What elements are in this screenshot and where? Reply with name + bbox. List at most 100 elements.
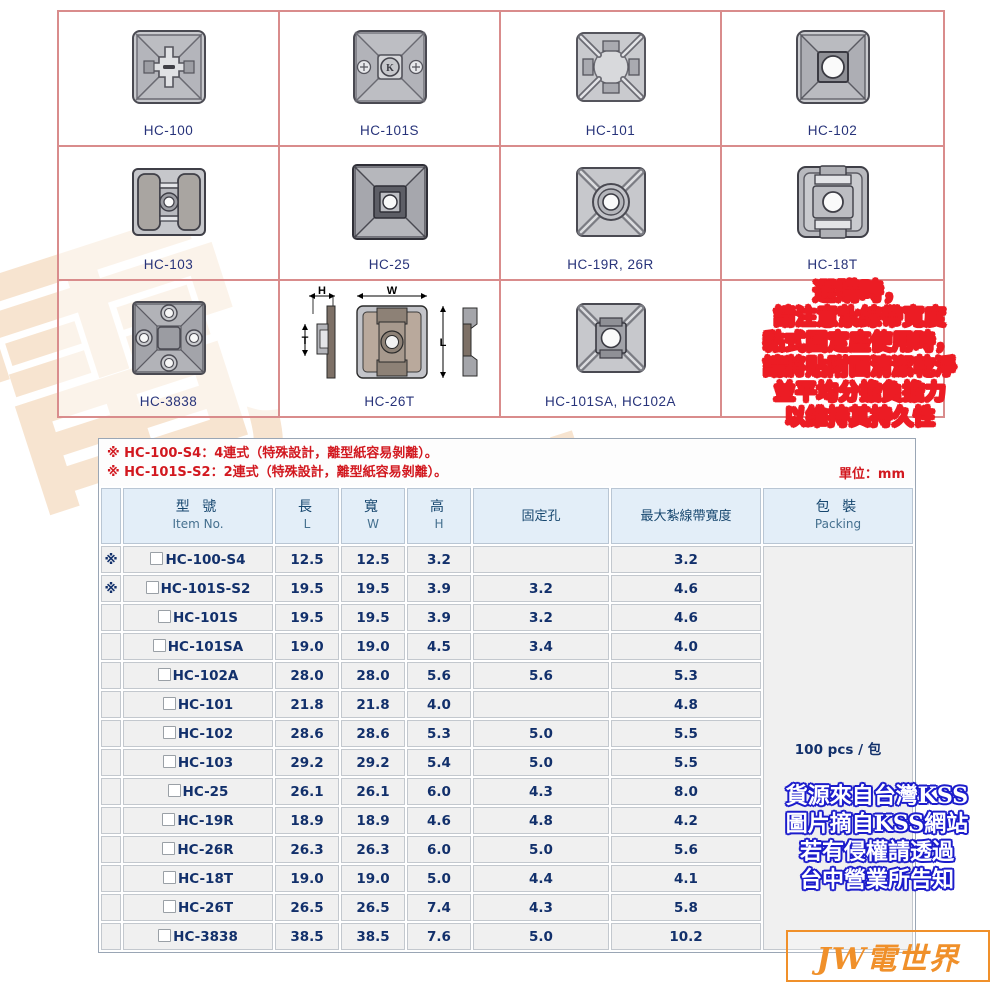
row-item-no[interactable]: HC-101: [123, 691, 273, 718]
product-caption: HC-25: [368, 257, 411, 273]
row-item-no[interactable]: HC-25: [123, 778, 273, 805]
product-cell-hc-101s[interactable]: K HC-101S: [280, 12, 501, 147]
product-cell-hc-101[interactable]: HC-101: [501, 12, 722, 147]
product-cell-hc-102[interactable]: HC-102: [722, 12, 943, 147]
row-height: 4.6: [407, 807, 471, 834]
row-checkbox[interactable]: [162, 754, 176, 768]
row-checkbox[interactable]: [162, 841, 176, 855]
row-mark: [101, 749, 121, 776]
row-checkbox[interactable]: [167, 783, 181, 797]
unit-label: 單位：mm: [838, 467, 905, 482]
row-mounting-hole: 3.2: [473, 604, 609, 631]
product-caption: HC-103: [143, 257, 194, 273]
product-image-hc-101s: K: [280, 12, 499, 123]
product-cell-hc-100[interactable]: HC-100: [59, 12, 280, 147]
th-height-cn: 高: [430, 499, 448, 515]
row-item-no[interactable]: HC-100-S4: [123, 546, 273, 573]
row-length: 26.5: [275, 894, 339, 921]
product-cell-hc-19r-26r[interactable]: HC-19R, 26R: [501, 146, 722, 282]
product-cell-hc-18t[interactable]: HC-18T: [722, 147, 943, 282]
row-item-label: HC-26R: [177, 841, 234, 858]
row-checkbox[interactable]: [162, 725, 176, 739]
row-height: 3.9: [407, 575, 471, 602]
row-item-no[interactable]: HC-101SA: [123, 633, 273, 660]
row-item-no[interactable]: HC-26T: [123, 894, 273, 921]
row-item-label: HC-101S-S2: [160, 580, 251, 597]
svg-text:L: L: [439, 337, 446, 349]
product-image-hc-101: [501, 12, 720, 123]
th-packing-en: Packing: [814, 517, 862, 531]
row-mounting-hole: 5.6: [473, 662, 609, 689]
packing-value: 100 pcs / 包: [794, 742, 882, 758]
row-item-label: HC-102A: [172, 667, 239, 684]
row-length: 26.3: [275, 836, 339, 863]
row-checkbox[interactable]: [152, 638, 166, 652]
jw-logo: JW電世界: [786, 930, 990, 982]
row-checkbox[interactable]: [158, 928, 172, 942]
row-checkbox[interactable]: [145, 580, 159, 594]
th-width: 寬 W: [341, 488, 405, 544]
row-checkbox[interactable]: [162, 870, 176, 884]
row-item-no[interactable]: HC-19R: [123, 807, 273, 834]
row-item-no[interactable]: HC-102: [123, 720, 273, 747]
row-mark: [101, 662, 121, 689]
row-item-no[interactable]: HC-101S-S2: [123, 575, 273, 602]
row-checkbox[interactable]: [157, 667, 171, 681]
row-mounting-hole: 3.2: [473, 575, 609, 602]
row-checkbox[interactable]: [162, 696, 176, 710]
product-cell-hc-103[interactable]: HC-103: [59, 146, 280, 282]
th-item-no: 型 號 Item No.: [123, 488, 273, 544]
product-image-hc-102: [722, 12, 943, 123]
product-cell-hc-26t[interactable]: H T W L HC-26T: [280, 281, 501, 416]
row-length: 19.0: [275, 633, 339, 660]
row-width: 26.1: [341, 778, 405, 805]
row-height: 7.4: [407, 894, 471, 921]
row-width: 26.5: [341, 894, 405, 921]
row-max-strap-width: 5.6: [611, 836, 761, 863]
row-checkbox[interactable]: [162, 812, 176, 826]
row-item-no[interactable]: HC-102A: [123, 662, 273, 689]
row-height: 4.0: [407, 691, 471, 718]
row-max-strap-width: 4.1: [611, 865, 761, 892]
row-checkbox[interactable]: [157, 609, 171, 623]
row-checkbox[interactable]: [150, 551, 164, 565]
row-width: 29.2: [341, 749, 405, 776]
th-length-en: L: [303, 517, 311, 531]
row-mark: [101, 778, 121, 805]
product-caption: HC-18T: [807, 257, 858, 273]
row-mark: [101, 807, 121, 834]
row-height: 5.6: [407, 662, 471, 689]
row-item-no[interactable]: HC-18T: [123, 865, 273, 892]
row-mark: ※: [101, 546, 121, 573]
row-item-no[interactable]: HC-3838: [123, 923, 273, 950]
svg-text:W: W: [386, 286, 397, 297]
row-item-no[interactable]: HC-103: [123, 749, 273, 776]
row-length: 18.9: [275, 807, 339, 834]
row-mark: [101, 633, 121, 660]
row-length: 26.1: [275, 778, 339, 805]
row-width: 19.5: [341, 575, 405, 602]
row-max-strap-width: 4.8: [611, 691, 761, 718]
row-max-strap-width: 4.6: [611, 604, 761, 631]
th-height: 高 H: [407, 488, 471, 544]
row-item-no[interactable]: HC-26R: [123, 836, 273, 863]
row-checkbox[interactable]: [162, 899, 176, 913]
product-caption: HC-100: [143, 122, 194, 138]
row-height: 5.4: [407, 749, 471, 776]
row-height: 3.2: [407, 546, 471, 573]
table-header-row: 型 號 Item No. 長 L 寬 W 高 H 固定孔 最大紮線帶寬度 包 裝…: [101, 488, 913, 544]
product-cell-hc-3838[interactable]: HC-3838: [59, 281, 280, 416]
row-item-label: HC-101: [177, 696, 234, 713]
table-row[interactable]: ※ HC-100-S4 12.5 12.5 3.2 3.2 100 pcs / …: [101, 546, 913, 950]
th-max-strap-width-cn: 最大紮線帶寬度: [640, 508, 732, 524]
row-mark: [101, 894, 121, 921]
row-item-no[interactable]: HC-101S: [123, 604, 273, 631]
product-image-hc-103: [59, 147, 278, 258]
table-body: ※ HC-100-S4 12.5 12.5 3.2 3.2 100 pcs / …: [101, 546, 913, 950]
row-item-label: HC-26T: [177, 899, 234, 916]
th-width-en: W: [367, 517, 379, 531]
th-item-no-cn: 型 號: [175, 499, 221, 515]
row-mounting-hole: 5.0: [473, 720, 609, 747]
product-cell-hc-101sa-hc102a[interactable]: HC-101SA, HC102A: [501, 281, 722, 416]
product-cell-hc-25[interactable]: HC-25: [280, 146, 501, 282]
